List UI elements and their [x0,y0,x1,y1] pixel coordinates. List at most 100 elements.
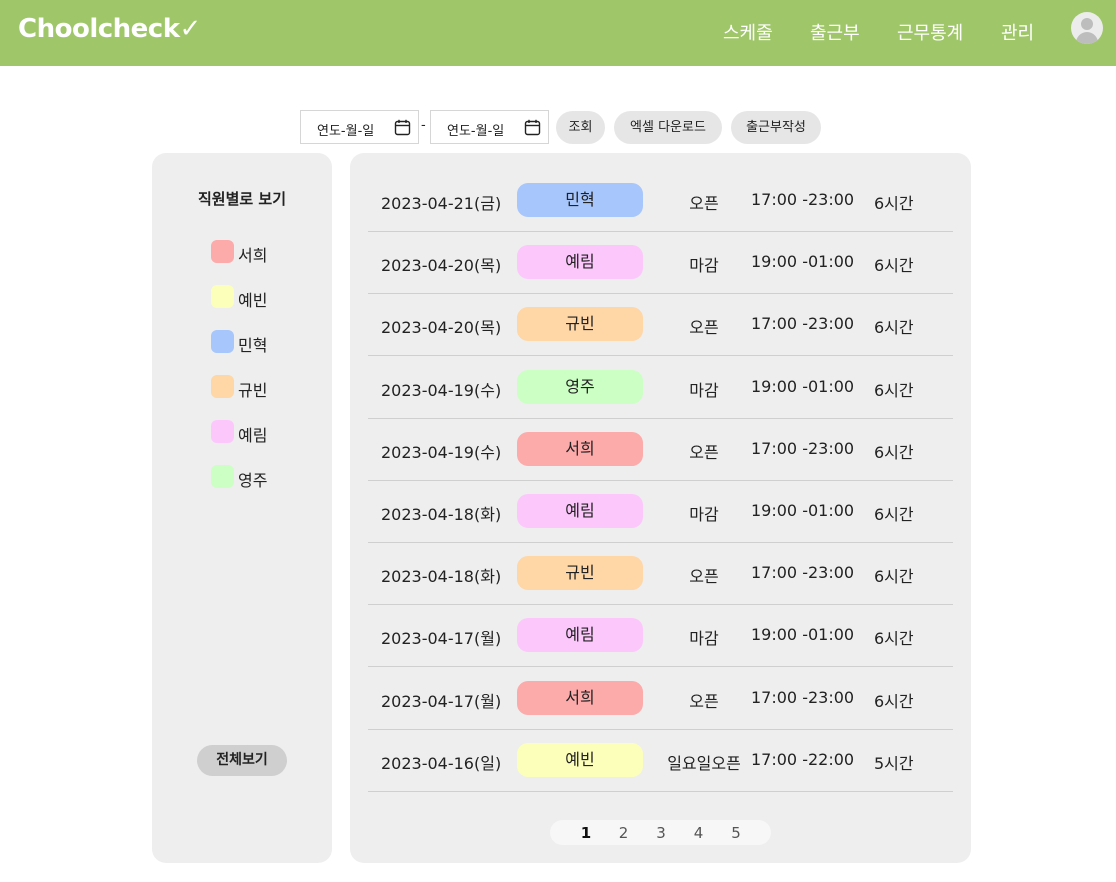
employee-color-swatch [211,420,234,443]
employee-name: 서희 [238,246,268,265]
work-hours: 5시간 [874,753,914,773]
top-header: Choolcheck✓ 스케줄 출근부 근무통계 관리 [0,0,1116,66]
employee-color-swatch [211,240,234,263]
work-hours: 6시간 [874,194,914,213]
view-all-button[interactable]: 전체보기 [197,745,287,776]
excel-download-button[interactable]: 엑셀 다운로드 [614,111,722,144]
app-logo[interactable]: Choolcheck✓ [18,14,201,44]
nav-manage[interactable]: 관리 [1001,19,1034,45]
row-date: 2023-04-18(화) [381,505,502,524]
employee-badge: 서희 [517,431,643,466]
work-hours: 6시간 [874,442,914,462]
shift-time: 17:00 -23:00 [751,438,855,458]
table-row[interactable]: 2023-04-17(월) 서희 오픈 17:00 -23:00 6시간 [368,668,953,730]
search-button[interactable]: 조회 [556,111,605,144]
row-date: 2023-04-16(일) [381,753,502,773]
avatar-body-shape [1076,32,1098,44]
shift-type: 마감 [689,380,719,400]
employee-badge: 예림 [517,494,643,528]
employee-name: 예림 [238,426,268,445]
end-date-placeholder: 연도-월-일 [447,124,505,139]
employee-color-swatch [211,285,234,308]
row-date: 2023-04-20(목) [381,318,502,338]
table-row[interactable]: 2023-04-21(금) 민혁 오픈 17:00 -23:00 6시간 [368,170,953,232]
user-avatar-icon[interactable] [1071,12,1103,44]
work-hours: 6시간 [874,629,914,649]
start-date-placeholder: 연도-월-일 [317,124,375,139]
page-number-5[interactable]: 5 [729,824,743,842]
table-row[interactable]: 2023-04-18(화) 예림 마감 19:00 -01:00 6시간 [368,481,953,543]
shift-time: 19:00 -01:00 [751,376,855,396]
page-number-4[interactable]: 4 [692,824,706,842]
page-number-2[interactable]: 2 [617,824,631,842]
work-hours: 6시간 [874,505,914,524]
shift-time: 19:00 -01:00 [751,252,855,272]
pagination: 1 2 3 4 5 [550,820,771,845]
shift-time: 19:00 -01:00 [751,625,855,645]
employee-filter-title: 직원별로 보기 [197,190,287,208]
shift-type: 오픈 [689,567,719,587]
shift-type: 오픈 [689,442,719,462]
table-row[interactable]: 2023-04-18(화) 규빈 오픈 17:00 -23:00 6시간 [368,543,953,606]
shift-time: 17:00 -23:00 [751,190,855,209]
employee-badge: 규빈 [517,307,643,342]
shift-time: 17:00 -22:00 [751,749,855,769]
table-row[interactable]: 2023-04-16(일) 예빈 일요일오픈 17:00 -22:00 5시간 [368,730,953,792]
shift-time: 17:00 -23:00 [751,314,855,334]
nav-schedule[interactable]: 스케줄 [723,19,773,45]
employee-name: 규빈 [238,381,268,400]
row-date: 2023-04-21(금) [381,194,502,213]
row-date: 2023-04-19(수) [381,380,502,400]
table-row[interactable]: 2023-04-19(수) 서희 오픈 17:00 -23:00 6시간 [368,419,953,481]
shift-type: 오픈 [689,194,719,213]
calendar-icon[interactable] [524,119,541,136]
shift-type: 마감 [689,505,719,524]
write-attendance-button[interactable]: 출근부작성 [731,111,821,144]
employee-badge: 예빈 [517,742,643,777]
end-date-input[interactable]: 연도-월-일 [430,110,549,144]
employee-badge: 예림 [517,245,643,280]
work-hours: 6시간 [874,691,914,711]
avatar-head-shape [1081,18,1093,30]
shift-time: 17:00 -23:00 [751,563,855,583]
table-row[interactable]: 2023-04-19(수) 영주 마감 19:00 -01:00 6시간 [368,357,953,419]
shift-type: 일요일오픈 [667,753,741,773]
shift-time: 17:00 -23:00 [751,687,855,707]
employee-name: 영주 [238,471,268,490]
page-number-1[interactable]: 1 [579,824,593,842]
shift-type: 오픈 [689,691,719,711]
date-range-separator: - [421,118,426,133]
work-hours: 6시간 [874,567,914,587]
row-date: 2023-04-20(목) [381,256,502,276]
employee-name: 예빈 [238,291,268,310]
table-row[interactable]: 2023-04-20(목) 규빈 오픈 17:00 -23:00 6시간 [368,294,953,357]
employee-badge: 예림 [517,618,643,653]
row-date: 2023-04-17(월) [381,691,502,711]
table-row[interactable]: 2023-04-20(목) 예림 마감 19:00 -01:00 6시간 [368,232,953,295]
employee-filter-panel: 직원별로 보기 서희예빈민혁규빈예림영주 전체보기 [152,153,332,863]
work-hours: 6시간 [874,256,914,276]
calendar-icon[interactable] [394,119,411,136]
employee-color-swatch [211,330,234,353]
row-date: 2023-04-18(화) [381,567,502,587]
nav-statistics[interactable]: 근무통계 [897,19,963,45]
shift-time: 19:00 -01:00 [751,501,855,520]
table-row[interactable]: 2023-04-17(월) 예림 마감 19:00 -01:00 6시간 [368,605,953,668]
start-date-input[interactable]: 연도-월-일 [300,110,419,144]
employee-badge: 규빈 [517,556,643,591]
employee-badge: 서희 [517,680,643,715]
work-hours: 6시간 [874,318,914,338]
row-date: 2023-04-19(수) [381,442,502,462]
attendance-list-panel: 2023-04-21(금) 민혁 오픈 17:00 -23:00 6시간 2023-04-… [350,153,971,863]
nav-attendance[interactable]: 출근부 [810,19,860,45]
shift-type: 마감 [689,256,719,276]
shift-type: 마감 [689,629,719,649]
row-date: 2023-04-17(월) [381,629,502,649]
employee-badge: 영주 [517,369,643,404]
shift-type: 오픈 [689,318,719,338]
employee-name: 민혁 [238,336,268,355]
employee-color-swatch [211,465,234,488]
page-number-3[interactable]: 3 [654,824,668,842]
employee-badge: 민혁 [517,183,643,217]
work-hours: 6시간 [874,380,914,400]
